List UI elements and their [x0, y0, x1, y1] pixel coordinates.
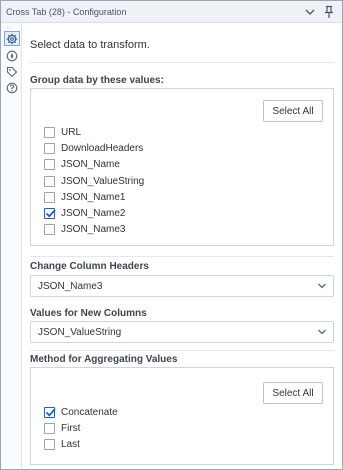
compass-icon: [6, 50, 18, 61]
method-select-all-button[interactable]: Select All: [263, 382, 323, 404]
group-field-json-name[interactable]: JSON_Name: [44, 157, 120, 171]
values-section-label: Values for New Columns: [30, 308, 147, 319]
sidebar-item-annotation[interactable]: [4, 64, 20, 79]
intro-text: Select data to transform.: [30, 39, 150, 51]
sidebar: ···: [1, 23, 22, 469]
checkbox[interactable]: [44, 142, 55, 154]
title-bar: Cross Tab (28) - Configuration: [1, 1, 342, 23]
select-value: JSON_ValueString: [38, 327, 122, 338]
checkbox[interactable]: [44, 223, 55, 235]
group-field-downloadheaders[interactable]: DownloadHeaders: [44, 141, 143, 155]
sidebar-item-configuration[interactable]: [4, 31, 20, 46]
option-label: Concatenate: [61, 406, 118, 418]
sidebar-item-help[interactable]: [4, 80, 20, 95]
group-field-json-name2[interactable]: JSON_Name2: [44, 206, 125, 220]
divider: [30, 350, 334, 351]
window-title: Cross Tab (28) - Configuration: [6, 6, 127, 17]
checkbox-checked[interactable]: [44, 406, 56, 418]
group-field-json-name1[interactable]: JSON_Name1: [44, 190, 125, 204]
field-label: JSON_Name: [61, 158, 120, 170]
group-section-label: Group data by these values:: [30, 75, 164, 86]
checkmark-icon: [45, 208, 56, 218]
gear-icon: [6, 33, 18, 44]
field-label: DownloadHeaders: [61, 142, 144, 154]
group-field-json-valuestring[interactable]: JSON_ValueString: [44, 174, 144, 188]
pin-icon[interactable]: [323, 5, 335, 19]
tag-icon: [6, 66, 18, 77]
option-label: Last: [61, 438, 80, 450]
checkbox-checked[interactable]: [44, 207, 56, 219]
column-headers-select[interactable]: JSON_Name3: [30, 275, 334, 297]
configuration-panel: Select data to transform. Group data by …: [23, 23, 342, 469]
divider: [30, 256, 334, 257]
configuration-window: Cross Tab (28) - Configuration ··· Selec…: [0, 0, 343, 470]
checkbox[interactable]: [44, 126, 55, 138]
sidebar-item-layout[interactable]: [4, 48, 20, 63]
chevron-down-icon[interactable]: [304, 6, 316, 18]
headers-section-label: Change Column Headers: [30, 261, 149, 272]
method-section-label: Method for Aggregating Values: [30, 354, 178, 365]
field-label: JSON_ValueString: [61, 175, 145, 187]
group-select-all-button[interactable]: Select All: [263, 100, 323, 122]
method-option-concatenate[interactable]: Concatenate: [44, 405, 118, 419]
checkmark-icon: [45, 407, 56, 417]
checkbox[interactable]: [44, 175, 55, 187]
chevron-down-icon: [318, 283, 326, 289]
values-for-new-columns-select[interactable]: JSON_ValueString: [30, 321, 334, 343]
group-field-json-name3[interactable]: JSON_Name3: [44, 222, 125, 236]
method-option-first[interactable]: First: [44, 421, 80, 435]
field-label: URL: [61, 126, 82, 138]
field-label: JSON_Name2: [61, 207, 126, 219]
select-value: JSON_Name3: [38, 281, 103, 292]
checkbox[interactable]: [44, 191, 55, 203]
checkbox[interactable]: [44, 158, 55, 170]
overflow-dots: ···: [6, 24, 13, 31]
checkbox[interactable]: [44, 438, 55, 450]
method-options-box: Select All Concatenate First Last: [30, 367, 334, 465]
checkbox[interactable]: [44, 422, 55, 434]
method-option-last[interactable]: Last: [44, 437, 80, 451]
help-icon: [6, 82, 18, 93]
divider: [30, 62, 334, 63]
chevron-down-icon: [318, 329, 326, 335]
group-field-url[interactable]: URL: [44, 125, 81, 139]
group-fields-box: Select All URL DownloadHeaders JSON_Name…: [30, 88, 334, 246]
field-label: JSON_Name3: [61, 223, 126, 235]
field-label: JSON_Name1: [61, 191, 126, 203]
option-label: First: [61, 422, 81, 434]
